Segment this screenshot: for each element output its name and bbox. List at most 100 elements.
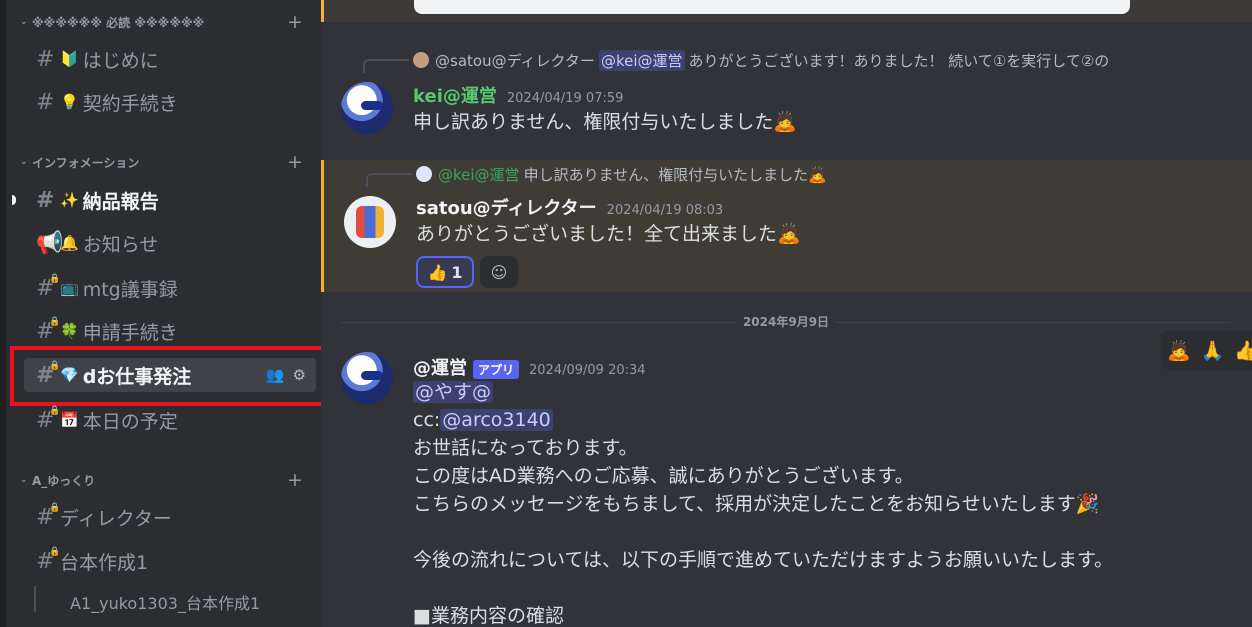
channel-label: ディレクター: [60, 507, 172, 530]
avatar: [413, 52, 429, 68]
unread-indicator: [12, 195, 16, 205]
timestamp: 2024/04/19 07:59: [506, 91, 624, 106]
lightbulb-icon: 💡: [60, 93, 79, 111]
username[interactable]: @運営: [413, 354, 467, 380]
avatar[interactable]: [341, 352, 393, 404]
avatar: [416, 166, 432, 182]
reply-author[interactable]: @kei@運営: [438, 164, 520, 185]
highlight-annotation: [10, 346, 321, 406]
channel-shinsei[interactable]: # 🔒 🍀 申請手続き: [24, 314, 316, 348]
channel-hajimeni[interactable]: # 🔰 はじめに: [24, 42, 316, 76]
clover-icon: 🍀: [60, 322, 79, 340]
message-line: こちらのメッセージをもちまして、採用が決定したことをお知らせいたします🎉: [413, 493, 1100, 515]
reply-author[interactable]: @satou@ディレクター: [435, 50, 595, 71]
message-line: お世話になっております。: [413, 437, 638, 459]
message-line: ありがとうございました！全て出来ました🙇: [416, 223, 801, 245]
category-label: ※※※※※※ 必読 ※※※※※※: [32, 15, 205, 30]
chevron-down-icon: ⌄: [20, 475, 28, 485]
message-header: kei@運営 2024/04/19 07:59: [413, 82, 623, 108]
category-label: A_ゆっくり: [32, 473, 96, 488]
reaction-thumbs-up[interactable]: 👍 1: [416, 256, 474, 288]
channel-daihon[interactable]: # 🔒 台本作成1: [24, 544, 316, 578]
reply-preview[interactable]: @kei@運営 申し訳ありません、権限付与いたしました🙇: [366, 162, 827, 187]
channel-oshirase[interactable]: 📢 🔔 お知らせ: [24, 226, 316, 260]
reply-preview[interactable]: @satou@ディレクター @kei@運営 ありがとうございます！ありました！ …: [363, 48, 1110, 73]
avatar[interactable]: [341, 82, 393, 134]
calendar-icon: 📅: [60, 411, 79, 429]
beginner-icon: 🔰: [60, 50, 79, 68]
date-divider: 2024年9月9日: [341, 313, 1231, 330]
message-line: [413, 518, 1113, 546]
channel-label: お知らせ: [82, 233, 159, 256]
add-reaction-button[interactable]: ☺: [480, 256, 518, 288]
create-channel-icon[interactable]: +: [287, 470, 303, 490]
chat-area: @satou@ディレクター @kei@運営 ありがとうございます！ありました！ …: [321, 0, 1252, 627]
channel-nouhin[interactable]: # ✨ 納品報告: [24, 183, 316, 217]
channel-label: 契約手続き: [82, 92, 178, 115]
mention[interactable]: @kei@運営: [598, 49, 685, 71]
message-item[interactable]: @運営 アプリ 2024/09/09 20:34 @やす@ cc: @arco31…: [321, 340, 1252, 627]
channel-mtg[interactable]: # 🔒 📺 mtg議事録: [24, 271, 316, 305]
mention[interactable]: @arco3140: [440, 409, 553, 431]
app-badge: アプリ: [473, 360, 520, 379]
embedded-input-box: [414, 0, 1130, 14]
hash-lock-icon: # 🔒: [36, 405, 61, 433]
timestamp: 2024/09/09 20:34: [529, 363, 646, 378]
hash-icon: #: [36, 89, 55, 115]
date-divider-label: 2024年9月9日: [736, 313, 836, 330]
sparkles-icon: ✨: [60, 191, 79, 209]
message-header: @運営 アプリ 2024/09/09 20:34: [413, 354, 646, 380]
hash-icon: #: [36, 187, 55, 213]
hash-lock-icon: # 🔒: [36, 273, 61, 301]
announcement-icon: 📢: [36, 230, 64, 256]
avatar[interactable]: [344, 196, 396, 248]
message-item-mentioned[interactable]: @kei@運営 申し訳ありません、権限付与いたしました🙇 satou@ディレクタ…: [321, 160, 1252, 292]
channel-label: 納品報告: [82, 190, 159, 213]
create-channel-icon[interactable]: +: [287, 12, 303, 32]
message-line: [413, 574, 1113, 602]
channel-label: 申請手続き: [82, 321, 178, 344]
tv-icon: 📺: [60, 279, 79, 297]
reactions: 👍 1 ☺: [416, 256, 518, 288]
channel-label: mtg議事録: [82, 278, 178, 301]
reply-line: [366, 173, 412, 187]
cc-line: cc: @arco3140: [413, 406, 1113, 434]
thumbs-up-icon: 👍: [427, 262, 448, 282]
channel-label: 本日の予定: [82, 410, 178, 433]
message-line: この度はAD業務へのご応募、誠にありがとうございます。: [413, 465, 914, 487]
reply-line: [363, 59, 409, 73]
thread-item[interactable]: A1_yuko1303_台本作成1: [34, 586, 261, 614]
message-item[interactable]: @satou@ディレクター @kei@運営 ありがとうございます！ありました！ …: [321, 44, 1252, 156]
chevron-down-icon: ⌄: [20, 17, 28, 27]
hash-lock-icon: # 🔒: [36, 546, 61, 574]
message-text: 申し訳ありません、権限付与いたしました🙇: [413, 108, 797, 136]
thread-branch-line: [34, 586, 54, 612]
username[interactable]: kei@運営: [413, 82, 497, 108]
channel-sidebar: ⌄ ※※※※※※ 必読 ※※※※※※ + # 🔰 はじめに # 💡 契約手続き …: [0, 0, 321, 627]
message-header: satou@ディレクター 2024/04/19 08:03: [416, 194, 723, 220]
mention[interactable]: @やす@: [413, 381, 494, 403]
reply-text: ありがとうございます！ありました！ 続いて①を実行して②の: [688, 51, 1110, 70]
mention-line: @やす@: [413, 378, 1113, 406]
message-text: @やす@ cc: @arco3140 お世話になっております。 この度はAD業務へ…: [413, 378, 1113, 627]
thread-label: A1_yuko1303_台本作成1: [70, 594, 261, 613]
reaction-count: 1: [451, 262, 463, 282]
channel-director[interactable]: # 🔒 ディレクター: [24, 500, 316, 534]
channel-yotei[interactable]: # 🔒 📅 本日の予定: [24, 403, 316, 437]
category-required[interactable]: ⌄ ※※※※※※ 必読 ※※※※※※ +: [20, 12, 303, 32]
category-yukkuri[interactable]: ⌄ A_ゆっくり +: [20, 470, 303, 490]
timestamp: 2024/04/19 08:03: [606, 203, 724, 218]
message-line: 申し訳ありません、権限付与いたしました🙇: [413, 111, 798, 133]
username[interactable]: satou@ディレクター: [416, 194, 597, 220]
hash-lock-icon: # 🔒: [36, 316, 61, 344]
chevron-down-icon: ⌄: [20, 157, 28, 167]
create-channel-icon[interactable]: +: [287, 152, 303, 172]
channel-keiyaku[interactable]: # 💡 契約手続き: [24, 85, 316, 119]
category-info[interactable]: ⌄ インフォメーション +: [20, 152, 303, 172]
cc-label: cc:: [413, 409, 441, 431]
category-label: インフォメーション: [32, 155, 140, 170]
smile-icon: ☺: [490, 262, 508, 282]
hash-icon: #: [36, 46, 55, 72]
message-line: ■業務内容の確認: [413, 605, 564, 627]
message-line: 今後の流れについては、以下の手順で進めていただけますようお願いいたします。: [413, 549, 1114, 571]
